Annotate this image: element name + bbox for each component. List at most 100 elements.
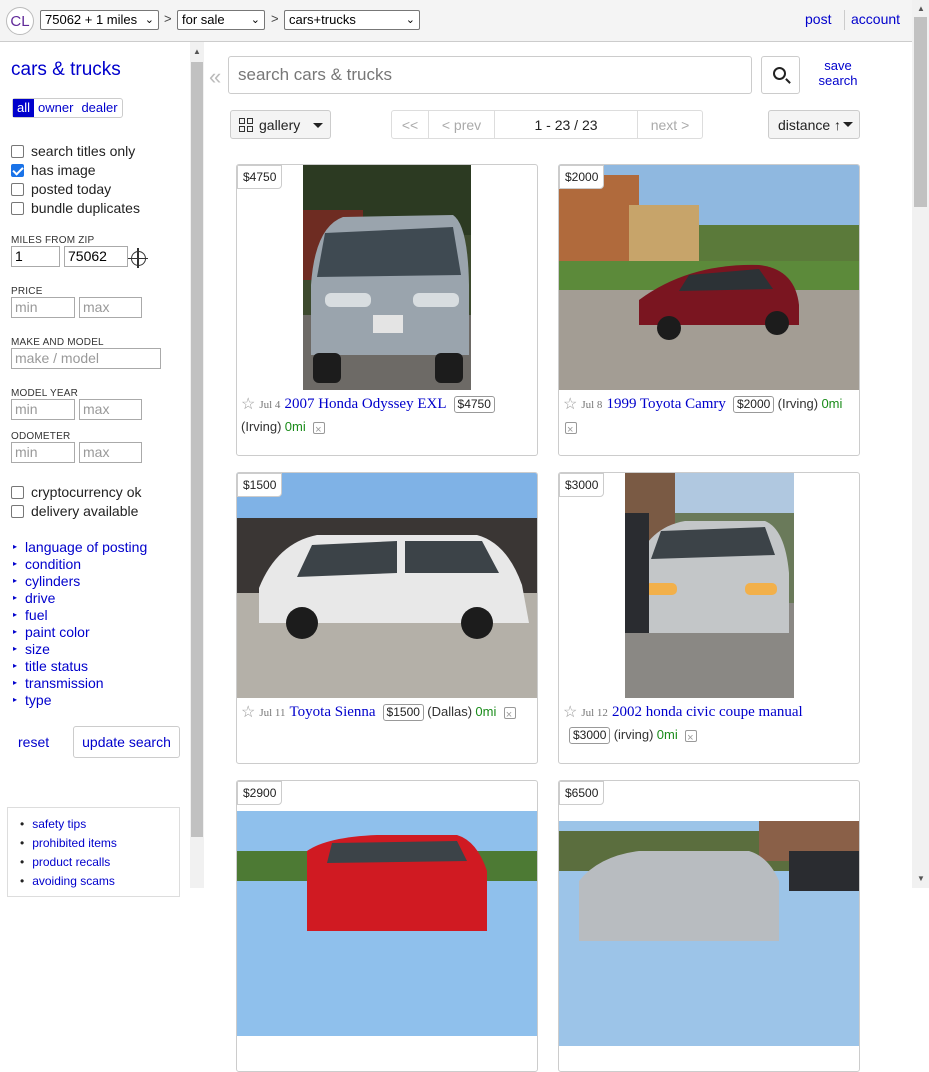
delivery-available-option[interactable]: delivery available (11, 503, 138, 519)
filter-cylinders[interactable]: ▸ cylinders (13, 572, 147, 589)
filter-fuel[interactable]: ▸ fuel (13, 606, 147, 623)
checkbox[interactable] (11, 144, 24, 158)
filter-language-of-posting[interactable]: ▸ language of posting (13, 538, 147, 555)
price-min-input[interactable]: min (11, 297, 75, 318)
first-page-button[interactable]: << (392, 111, 429, 138)
filter-paint-color[interactable]: ▸ paint color (13, 623, 147, 640)
listing-photo[interactable] (237, 811, 537, 1036)
craigslist-logo[interactable]: CL (6, 7, 34, 35)
listing-photo[interactable] (237, 473, 537, 698)
price-badge: $6500 (559, 781, 605, 805)
hide-listing-icon[interactable] (565, 419, 577, 441)
help-links-box: safety tips prohibited items product rec… (7, 807, 180, 897)
zip-input[interactable]: 75062 (64, 246, 128, 267)
checkbox[interactable] (11, 163, 24, 177)
price-max-input[interactable]: max (79, 297, 142, 318)
listing-title[interactable]: 1999 Toyota Camry (606, 396, 726, 412)
checkbox[interactable] (11, 485, 24, 499)
page-scrollbar[interactable]: ▲ ▼ (912, 0, 929, 888)
cryptocurrency-ok-option[interactable]: cryptocurrency ok (11, 484, 141, 500)
has-image-option[interactable]: has image (11, 162, 96, 178)
listing-location: (irving) (613, 727, 654, 742)
search-input[interactable]: search cars & trucks (228, 56, 752, 94)
posted-date: Jul 12 (581, 707, 608, 719)
hide-listing-icon[interactable] (685, 727, 698, 749)
checkbox[interactable] (11, 504, 24, 518)
listing-card[interactable]: $6500 (558, 780, 860, 1072)
model-year-label: MODEL YEAR (11, 388, 79, 399)
favorite-star-icon[interactable]: ☆ (563, 704, 577, 721)
bundle-duplicates-option[interactable]: bundle duplicates (11, 200, 140, 216)
listing-title[interactable]: Toyota Sienna (290, 704, 376, 720)
filter-transmission[interactable]: ▸ transmission (13, 674, 147, 691)
help-link-avoiding-scams[interactable]: avoiding scams (8, 871, 179, 890)
help-link-product-recalls[interactable]: product recalls (8, 852, 179, 871)
listing-photo[interactable] (559, 165, 859, 390)
listing-meta: ☆ Jul 12 2002 honda civic coupe manual $30… (563, 701, 859, 749)
search-titles-only-option[interactable]: search titles only (11, 143, 135, 159)
save-search-link[interactable]: save search (816, 58, 860, 88)
listing-card[interactable]: $2900 (236, 780, 538, 1072)
checkbox[interactable] (11, 182, 24, 196)
listing-title[interactable]: 2002 honda civic coupe manual (612, 704, 803, 720)
category-select[interactable]: cars+trucks ⌄ (284, 10, 420, 30)
price-badge: $1500 (237, 473, 283, 497)
scroll-down-icon[interactable]: ▼ (917, 874, 925, 883)
scroll-up-icon[interactable]: ▲ (193, 47, 201, 56)
seller-tab-owner[interactable]: owner (34, 99, 77, 117)
favorite-star-icon[interactable]: ☆ (241, 396, 255, 413)
seller-tab-all[interactable]: all (13, 99, 35, 117)
scroll-up-icon[interactable]: ▲ (917, 4, 925, 13)
search-button[interactable] (761, 56, 800, 94)
page-scroll-thumb[interactable] (914, 17, 927, 207)
listing-photo[interactable] (559, 821, 859, 1046)
account-link[interactable]: account (851, 11, 900, 27)
next-page-button[interactable]: next > (638, 111, 702, 138)
listing-card[interactable]: $1500 ☆ Jul 11 Toyota Sienna $1500 (Dallas)… (236, 472, 538, 764)
hide-listing-icon[interactable] (313, 419, 326, 441)
listing-photo[interactable] (303, 165, 471, 390)
reset-link[interactable]: reset (18, 734, 49, 750)
miles-input[interactable]: 1 (11, 246, 60, 267)
seller-tab-dealer[interactable]: dealer (77, 99, 121, 117)
view-mode-dropdown[interactable]: gallery (230, 110, 331, 139)
year-max-input[interactable]: max (79, 399, 142, 420)
checkbox[interactable] (11, 201, 24, 215)
sort-dropdown[interactable]: distance ↑ (768, 110, 860, 139)
post-link[interactable]: post (805, 11, 831, 27)
prev-page-button[interactable]: < prev (429, 111, 495, 138)
listing-card[interactable]: $2000 ☆ Jul 8 1999 Toyota Camry $2000 (Irvi… (558, 164, 860, 456)
collapse-sidebar-icon[interactable]: « (209, 64, 221, 90)
odometer-label: ODOMETER (11, 431, 71, 442)
locate-me-icon[interactable] (128, 248, 148, 268)
update-search-button[interactable]: update search (73, 726, 180, 758)
filter-size[interactable]: ▸ size (13, 640, 147, 657)
sidebar-scroll-thumb[interactable] (191, 62, 203, 837)
listing-card[interactable]: $3000 ☆ Jul 12 2002 honda civic coupe manu… (558, 472, 860, 764)
listing-card[interactable]: $4750 ☆ Jul 4 2007 Honda Odyssey EXL $4750 … (236, 164, 538, 456)
filter-type[interactable]: ▸ type (13, 691, 147, 708)
seller-type-toggle: all owner dealer (12, 98, 123, 118)
listing-meta: ☆ Jul 4 2007 Honda Odyssey EXL $4750 (Irvin… (241, 393, 537, 441)
filter-drive[interactable]: ▸ drive (13, 589, 147, 606)
posted-today-option[interactable]: posted today (11, 181, 111, 197)
area-select[interactable]: 75062 + 1 miles ⌄ (40, 10, 159, 30)
triangle-right-icon: ▸ (13, 661, 18, 670)
year-min-input[interactable]: min (11, 399, 75, 420)
category-title[interactable]: cars & trucks (11, 59, 121, 81)
filter-condition[interactable]: ▸ condition (13, 555, 147, 572)
listing-title[interactable]: 2007 Honda Odyssey EXL (284, 396, 446, 412)
help-link-safety-tips[interactable]: safety tips (8, 814, 179, 833)
make-model-input[interactable]: make / model (11, 348, 161, 369)
odometer-min-input[interactable]: min (11, 442, 75, 463)
help-link-prohibited-items[interactable]: prohibited items (8, 833, 179, 852)
favorite-star-icon[interactable]: ☆ (563, 396, 577, 413)
listing-photo[interactable] (625, 473, 794, 698)
odometer-max-input[interactable]: max (79, 442, 142, 463)
filter-title-status[interactable]: ▸ title status (13, 657, 147, 674)
sidebar-scrollbar[interactable]: ▲ (190, 42, 204, 888)
type-select[interactable]: for sale ⌄ (177, 10, 265, 30)
hide-listing-icon[interactable] (503, 704, 516, 726)
favorite-star-icon[interactable]: ☆ (241, 704, 255, 721)
triangle-right-icon: ▸ (13, 627, 18, 636)
